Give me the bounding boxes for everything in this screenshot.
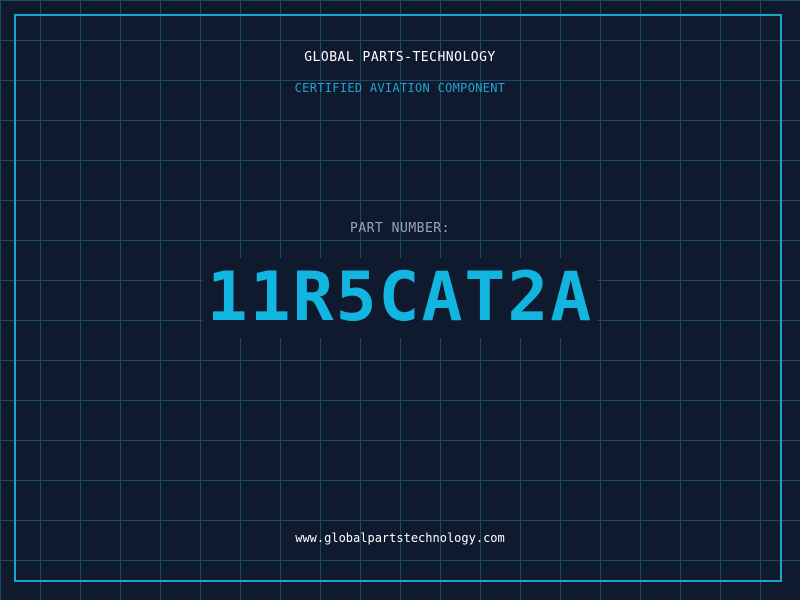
part-number-value: 11R5CAT2A [202,258,598,338]
certification-tagline: CERTIFIED AVIATION COMPONENT [294,81,506,95]
part-number-container: 11R5CAT2A [0,258,800,338]
company-name: GLOBAL PARTS-TECHNOLOGY [304,50,496,65]
label-card: GLOBAL PARTS-TECHNOLOGY CERTIFIED AVIATI… [0,0,800,600]
website-url: www.globalpartstechnology.com [295,531,505,545]
part-number-label: PART NUMBER: [350,221,450,236]
